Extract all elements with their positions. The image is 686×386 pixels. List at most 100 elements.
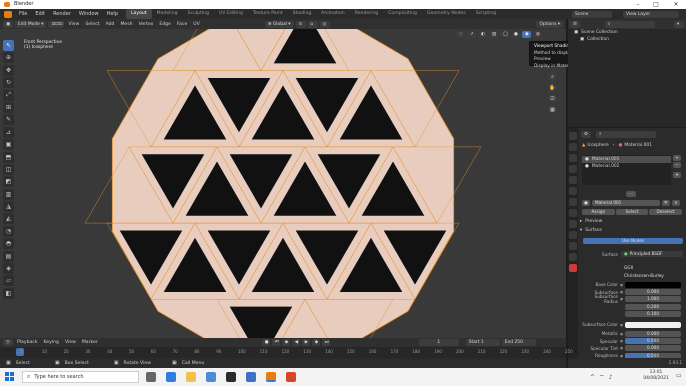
subsurface-field[interactable]: 0.000 <box>625 289 681 296</box>
base-color-swatch[interactable] <box>625 281 681 288</box>
menu-render[interactable]: Render <box>49 9 75 19</box>
menu-marker[interactable]: Marker <box>79 340 101 345</box>
select-button[interactable]: Select <box>615 208 649 215</box>
metallic-field[interactable]: 0.000 <box>625 330 681 337</box>
jump-end-icon[interactable]: ⏭ <box>321 339 330 346</box>
zoom-icon[interactable]: ⌕ <box>548 72 557 81</box>
rotate-tool-icon[interactable]: ↻ <box>3 77 14 89</box>
view-layer-selector[interactable]: View Layer <box>623 10 679 18</box>
tab-geometry-nodes[interactable]: Geometry Nodes <box>422 9 471 19</box>
proportional-edit-icon[interactable]: ◎ <box>319 20 330 28</box>
material-preview-shading-icon[interactable]: ◉ <box>522 30 531 38</box>
next-key-icon[interactable]: ◆ <box>311 339 320 346</box>
smooth-tool-icon[interactable]: ◓ <box>3 238 14 250</box>
properties-search[interactable]: ⌕ <box>596 130 656 138</box>
assign-button[interactable]: Assign <box>582 208 615 215</box>
xray-icon[interactable]: ▨ <box>489 30 498 38</box>
use-nodes-button[interactable]: Use Nodes <box>583 238 683 244</box>
add-cube-tool-icon[interactable]: ▣ <box>3 139 14 151</box>
add-slot-button[interactable]: + <box>673 155 681 161</box>
surface-section-header[interactable]: ▾ Surface <box>580 228 602 233</box>
subsurface-method-dropdown[interactable]: Christensen-Burley <box>621 273 683 279</box>
outliner-row-scene-collection[interactable]: ▣ Scene Collection <box>568 29 686 36</box>
windows-start-icon[interactable] <box>5 372 15 382</box>
surface-shader-field[interactable]: ● Principled BSDF <box>621 251 683 257</box>
tab-sculpting[interactable]: Sculpting <box>183 9 214 19</box>
tab-layout[interactable]: Layout <box>126 9 152 19</box>
pivot-icon[interactable]: ⊙ <box>295 20 306 28</box>
specular-tint-field[interactable]: 0.000 <box>625 345 681 352</box>
scene-selector[interactable]: Scene <box>572 10 612 18</box>
visibility-icon[interactable]: ◌ <box>456 30 465 38</box>
terminal-icon[interactable] <box>226 372 236 382</box>
end-frame-field[interactable]: End 250 <box>501 339 536 346</box>
modifier-tab-icon[interactable] <box>569 209 577 217</box>
maximize-button[interactable]: □ <box>648 0 664 9</box>
menu-file[interactable]: File <box>15 9 31 19</box>
menu-uv[interactable]: UV <box>190 22 203 27</box>
tab-shading[interactable]: Shading <box>288 9 317 19</box>
view-layer-tab-icon[interactable] <box>569 165 577 173</box>
physics-tab-icon[interactable] <box>569 231 577 239</box>
icosphere-mesh[interactable] <box>0 29 566 338</box>
fake-user-icon[interactable]: ⛨ <box>662 199 670 206</box>
edge-browser-icon[interactable] <box>166 372 176 382</box>
clock[interactable]: 13:01 04/08/2021 <box>638 370 674 382</box>
annotate-tool-icon[interactable]: ✎ <box>3 114 14 126</box>
remove-slot-button[interactable]: − <box>673 162 681 168</box>
menu-face[interactable]: Face <box>174 22 190 27</box>
menu-keying[interactable]: Keying <box>41 340 62 345</box>
3d-viewport[interactable] <box>0 29 566 338</box>
measure-tool-icon[interactable]: ⊿ <box>3 126 14 138</box>
tab-compositing[interactable]: Compositing <box>383 9 422 19</box>
constraints-tab-icon[interactable] <box>569 242 577 250</box>
spin-tool-icon[interactable]: ◔ <box>3 225 14 237</box>
subsurface-radius-x-field[interactable]: 1.000 <box>625 296 681 303</box>
blender-menu-icon[interactable] <box>4 10 12 18</box>
tool-tab-icon[interactable] <box>569 132 577 140</box>
subsurface-radius-y-field[interactable]: 0.200 <box>625 303 681 310</box>
menu-mesh[interactable]: Mesh <box>117 22 135 27</box>
distribution-dropdown[interactable]: GGX <box>621 265 683 271</box>
current-frame-field[interactable]: 1 <box>418 339 459 346</box>
blender-taskbar-icon[interactable] <box>266 372 276 382</box>
rendered-shading-icon[interactable]: ◍ <box>533 30 542 38</box>
gizmo-icon[interactable]: ↗ <box>467 30 476 38</box>
inset-tool-icon[interactable]: ◫ <box>3 163 14 175</box>
menu-playback[interactable]: Playback <box>14 340 41 345</box>
scale-tool-icon[interactable]: ⤢ <box>3 89 14 101</box>
slot-specials-button[interactable]: ▾ <box>673 172 681 178</box>
scene-tab-icon[interactable] <box>569 176 577 184</box>
tab-animation[interactable]: Animation <box>316 9 349 19</box>
material-name-field[interactable]: Material.001 <box>592 199 660 206</box>
tray-arrow-icon[interactable]: ^ <box>590 374 595 381</box>
play-icon[interactable]: ▶ <box>301 339 310 346</box>
menu-view[interactable]: View <box>65 22 82 27</box>
material-slot[interactable]: ● Material.002 <box>582 163 671 170</box>
volume-icon[interactable]: ♪ <box>609 374 613 381</box>
outliner-search[interactable]: ⌕ <box>605 20 655 28</box>
menu-vertex[interactable]: Vertex <box>136 22 157 27</box>
close-button[interactable]: ✕ <box>668 0 684 9</box>
menu-window[interactable]: Window <box>75 9 103 19</box>
tab-modeling[interactable]: Modeling <box>152 9 183 19</box>
rip-tool-icon[interactable]: ◧ <box>3 287 14 299</box>
data-tab-icon[interactable] <box>569 253 577 261</box>
menu-add[interactable]: Add <box>103 22 118 27</box>
object-tab-icon[interactable] <box>569 198 577 206</box>
photos-icon[interactable] <box>246 372 256 382</box>
notification-icon[interactable]: ▭ <box>676 372 682 379</box>
transform-tool-icon[interactable]: ⊞ <box>3 101 14 113</box>
play-reverse-icon[interactable]: ◀ <box>291 339 300 346</box>
network-icon[interactable]: ⌔ <box>599 373 605 381</box>
menu-edge[interactable]: Edge <box>156 22 174 27</box>
render-tab-icon[interactable] <box>569 143 577 151</box>
solid-shading-icon[interactable]: ● <box>511 30 520 38</box>
tab-texture-paint[interactable]: Texture Paint <box>248 9 288 19</box>
browse-material-icon[interactable]: ● <box>582 199 590 206</box>
shrink-tool-icon[interactable]: ◈ <box>3 263 14 275</box>
output-tab-icon[interactable] <box>569 154 577 162</box>
tab-uv-editing[interactable]: UV Editing <box>214 9 248 19</box>
tab-scripting[interactable]: Scripting <box>471 9 501 19</box>
bevel-tool-icon[interactable]: ◩ <box>3 176 14 188</box>
